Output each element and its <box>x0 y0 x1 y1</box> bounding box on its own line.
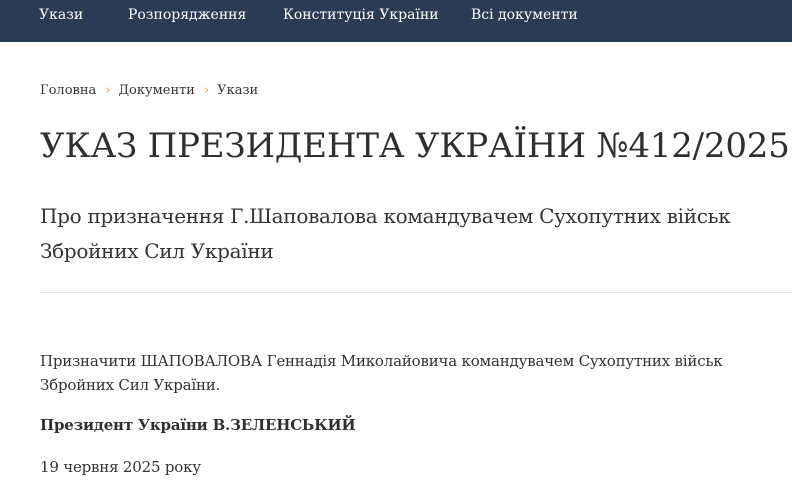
page-title: УКАЗ ПРЕЗИДЕНТА УКРАЇНИ №412/2025 <box>40 126 790 166</box>
breadcrumb-decrees[interactable]: Укази <box>217 83 258 98</box>
document-body-text: Призначити ШАПОВАЛОВА Геннадія Миколайов… <box>40 352 723 394</box>
document-body: Призначити ШАПОВАЛОВА Геннадія Миколайов… <box>40 349 790 397</box>
nav-link-constitution[interactable]: Конституція України <box>283 6 439 24</box>
chevron-right-icon: › <box>105 83 111 98</box>
breadcrumb: Головна › Документи › Укази <box>40 82 258 100</box>
breadcrumb-documents[interactable]: Документи <box>118 83 195 98</box>
chevron-right-icon: › <box>203 83 210 98</box>
nav-link-decrees[interactable]: Укази <box>39 6 83 24</box>
document-date: 19 червня 2025 року <box>40 458 201 476</box>
document-signature: Президент України В.ЗЕЛЕНСЬКИЙ <box>40 416 356 434</box>
divider <box>40 292 792 293</box>
nav-link-orders[interactable]: Розпорядження <box>128 6 246 24</box>
top-navigation-bar: Укази Розпорядження Конституція України … <box>0 0 792 42</box>
document-subtitle: Про призначення Г.Шаповалова командуваче… <box>40 204 731 263</box>
nav-link-all-documents[interactable]: Всі документи <box>471 6 578 24</box>
breadcrumb-home[interactable]: Головна <box>40 83 96 98</box>
